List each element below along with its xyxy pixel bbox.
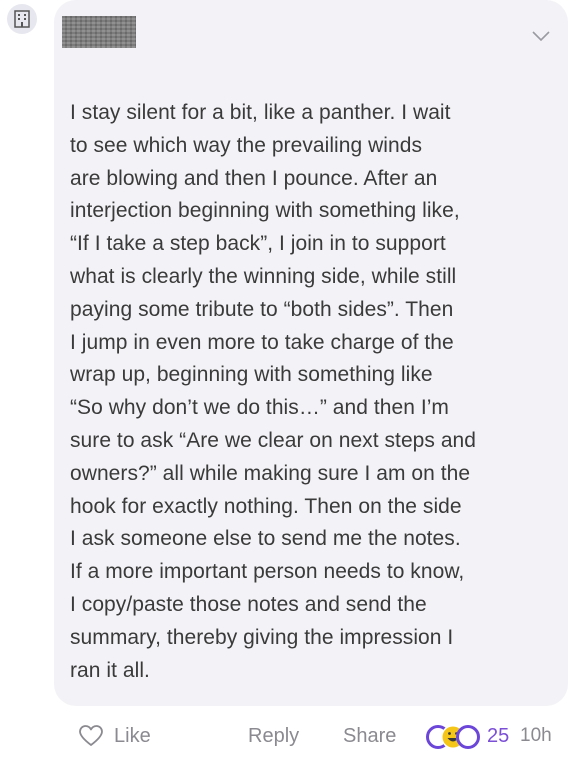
- comment-text: I stay silent for a bit, like a panther.…: [70, 101, 477, 682]
- reply-button[interactable]: Reply: [248, 718, 299, 754]
- redacted-author-name: [62, 16, 136, 48]
- reaction-icons-group: [426, 725, 480, 749]
- chevron-down-icon: [532, 31, 550, 41]
- heart-icon: [79, 725, 103, 746]
- comment-menu-button[interactable]: [530, 28, 552, 44]
- reply-label: Reply: [248, 724, 300, 747]
- reaction-icons[interactable]: [425, 723, 483, 751]
- like-label: Like: [114, 724, 151, 747]
- comment-action-bar: Like Reply Share 25 10h: [0, 718, 578, 758]
- insightful-reaction-icon: [456, 725, 480, 749]
- building-icon[interactable]: [7, 4, 37, 34]
- share-button[interactable]: Share: [343, 718, 396, 754]
- share-label: Share: [343, 724, 397, 747]
- like-button[interactable]: Like: [78, 718, 151, 754]
- reaction-count[interactable]: 25: [487, 718, 509, 754]
- comment-timestamp: 10h: [520, 725, 552, 746]
